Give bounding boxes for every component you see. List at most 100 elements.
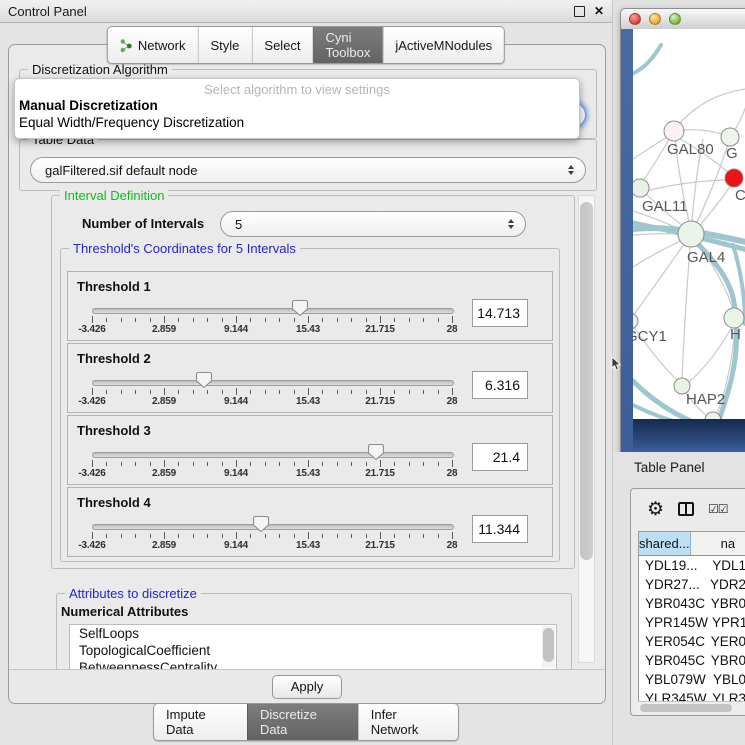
network-node[interactable] <box>725 169 743 187</box>
slider-track[interactable] <box>92 524 454 530</box>
attribute-item-selfloops[interactable]: SelfLoops <box>70 625 556 642</box>
control-panel-titlebar: Control Panel ✕ <box>0 0 612 23</box>
slider-handle[interactable] <box>291 299 309 317</box>
cell-name[interactable]: YDL1 <box>708 558 745 573</box>
tab-infer-network[interactable]: Infer Network <box>358 704 458 740</box>
minimize-button[interactable] <box>649 13 661 25</box>
threshold-value-field[interactable]: 6.316 <box>472 371 528 399</box>
cell-shared-name[interactable]: YDR27... <box>639 577 706 592</box>
table-row[interactable]: YER054CYER0 <box>639 632 745 651</box>
attributes-scrollbar-thumb[interactable] <box>543 628 554 662</box>
cell-shared-name[interactable]: YBR045C <box>639 653 707 668</box>
cell-name[interactable]: YER0 <box>707 634 745 649</box>
select-columns-icon[interactable]: ☑☑ <box>708 502 728 516</box>
attribute-item-topologicalcoefficient[interactable]: TopologicalCoefficient <box>70 642 556 659</box>
tab-label: Style <box>211 38 240 53</box>
cell-name[interactable]: YBL0 <box>709 672 745 687</box>
threshold-value-field[interactable]: 14.713 <box>472 299 528 327</box>
table-data-group: Table Data galFiltered.sif default node <box>19 139 597 191</box>
table-row[interactable]: YBR043CYBR0 <box>639 594 745 613</box>
table-row[interactable]: YBL079WYBL0 <box>639 670 745 689</box>
slider-track[interactable] <box>92 308 454 314</box>
threshold-row: Threshold 3 -3.4262.8599.14415.4321.7152… <box>67 415 553 485</box>
slider-handle[interactable] <box>195 371 213 389</box>
tab-style[interactable]: Style <box>198 27 252 63</box>
tab-network[interactable]: Network <box>108 27 198 63</box>
table-row[interactable]: YDL19...YDL1 <box>639 556 745 575</box>
tab-label: Cyni Toolbox <box>326 30 371 60</box>
tab-label: Infer Network <box>371 707 446 737</box>
network-node[interactable] <box>705 412 721 419</box>
threshold-label: Threshold 2 <box>77 351 151 366</box>
cell-shared-name[interactable]: YPR145W <box>639 615 708 630</box>
slider-track[interactable] <box>92 452 454 458</box>
tab-impute-data[interactable]: Impute Data <box>154 704 247 740</box>
network-node-gal4[interactable] <box>678 221 704 247</box>
network-edge[interactable] <box>633 137 667 159</box>
thresholds-group-title: Threshold's Coordinates for 5 Intervals <box>69 241 300 256</box>
node-label: GAL11 <box>642 198 688 215</box>
cell-name[interactable]: YBR0 <box>707 653 745 668</box>
slider-handle[interactable] <box>367 443 385 461</box>
gear-icon[interactable]: ⚙ <box>647 500 664 519</box>
close-button[interactable] <box>629 13 641 25</box>
threshold-value-field[interactable]: 11.344 <box>472 515 528 543</box>
attributes-scrollbar[interactable] <box>542 626 555 668</box>
zoom-button[interactable] <box>669 13 681 25</box>
cell-shared-name[interactable]: YBL079W <box>639 672 709 687</box>
threshold-value-field[interactable]: 21.4 <box>472 443 528 471</box>
threshold-label: Threshold 3 <box>77 423 151 438</box>
table-data-selected: galFiltered.sif default node <box>45 163 197 178</box>
cell-name[interactable]: YBR0 <box>707 596 745 611</box>
control-panel-region: Control Panel ✕ Network Style Select Cyni T… <box>0 0 613 745</box>
network-edge[interactable] <box>633 234 691 316</box>
mouse-cursor <box>611 357 623 373</box>
top-tab-group: Network Style Select Cyni Toolbox jActiveMNo… <box>107 26 505 64</box>
network-canvas[interactable]: GAL80GGAL11GAL4GCY1HHAP2C <box>633 29 745 419</box>
number-of-intervals-combobox[interactable]: 5 <box>220 211 526 237</box>
table-data-combobox[interactable]: galFiltered.sif default node <box>30 157 586 183</box>
apply-button[interactable]: Apply <box>272 675 343 699</box>
table-hscrollbar-thumb[interactable] <box>640 704 732 712</box>
cell-shared-name[interactable]: YER054C <box>639 634 707 649</box>
network-node-h[interactable] <box>724 308 744 328</box>
tab-select[interactable]: Select <box>251 27 312 63</box>
dropdown-option-manual[interactable]: Manual Discretization <box>15 97 579 114</box>
table-row[interactable]: YPR145WYPR1 <box>639 613 745 632</box>
cell-shared-name[interactable]: YDL19... <box>639 558 708 573</box>
tab-cyni-toolbox[interactable]: Cyni Toolbox <box>313 27 383 63</box>
tab-jactivemnodules[interactable]: jActiveMNodules <box>382 27 504 63</box>
bottom-tab-group: Impute DataDiscretize Data Infer Network <box>153 703 459 741</box>
network-node-gal11[interactable] <box>633 179 649 197</box>
network-frame-bottom <box>633 419 745 453</box>
node-label: GAL80 <box>667 141 714 158</box>
network-node-gal80[interactable] <box>664 121 684 141</box>
float-window-icon[interactable] <box>574 6 585 17</box>
network-window-titlebar[interactable] <box>621 9 745 30</box>
table-row[interactable]: YBR045CYBR0 <box>639 651 745 670</box>
slider-track[interactable] <box>92 380 454 386</box>
attributes-group-title: Attributes to discretize <box>65 586 201 601</box>
network-node-g[interactable] <box>721 128 739 146</box>
dropdown-option-equal-width[interactable]: Equal Width/Frequency Discretization <box>15 114 579 131</box>
table-row[interactable]: YDR27...YDR2 <box>639 575 745 594</box>
thresholds-group: Threshold's Coordinates for 5 Intervals … <box>60 248 560 562</box>
network-edge[interactable] <box>679 89 745 124</box>
table-hscrollbar[interactable] <box>638 701 745 715</box>
slider-handle[interactable] <box>252 515 270 533</box>
network-node-gcy1[interactable] <box>633 313 638 329</box>
settings-scrollbar-thumb[interactable] <box>580 202 593 560</box>
column-header-name[interactable]: na <box>691 532 745 555</box>
split-columns-icon[interactable] <box>678 502 694 516</box>
numerical-attributes-list[interactable]: SelfLoopsTopologicalCoefficientBetweenne… <box>69 624 557 670</box>
tab-discretize-data[interactable]: Discretize Data <box>247 704 358 740</box>
close-icon[interactable]: ✕ <box>594 6 604 16</box>
network-edge-thick[interactable] <box>633 45 661 75</box>
column-header-shared-name[interactable]: shared... <box>639 532 691 555</box>
table-header-row: shared... na <box>639 532 745 556</box>
cell-name[interactable]: YPR1 <box>708 615 745 630</box>
network-edge[interactable] <box>689 325 733 382</box>
cell-shared-name[interactable]: YBR043C <box>639 596 707 611</box>
cell-name[interactable]: YDR2 <box>706 577 745 592</box>
settings-scrollbar[interactable] <box>578 195 595 663</box>
